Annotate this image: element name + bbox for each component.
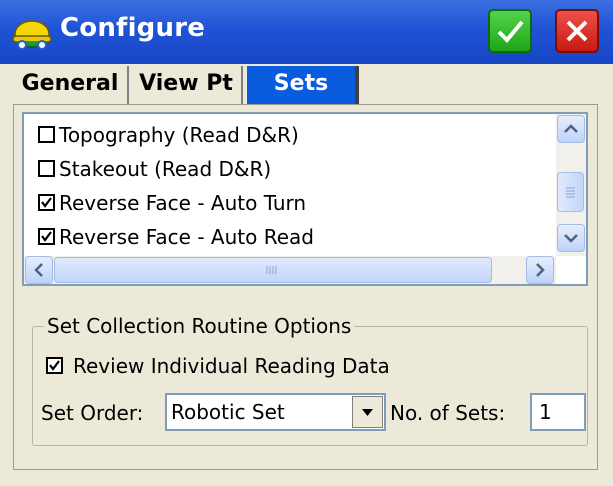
tab-strip: General View Pt Sets (0, 64, 613, 106)
checkbox-checked[interactable] (38, 228, 55, 245)
checkbox-checked[interactable] (38, 194, 55, 211)
grip-icon (566, 187, 575, 198)
num-sets-input[interactable]: 1 (530, 393, 586, 431)
checkbox[interactable] (38, 160, 55, 177)
vertical-scrollbar[interactable] (556, 114, 586, 256)
review-data-option[interactable]: Review Individual Reading Data (46, 354, 390, 378)
scroll-right-button[interactable] (526, 256, 554, 284)
tab-divider (355, 66, 359, 104)
list-item-label: Stakeout (Read D&R) (59, 157, 272, 181)
tab-sets[interactable]: Sets (247, 66, 355, 104)
horizontal-scroll-thumb[interactable] (54, 257, 492, 283)
ok-button[interactable] (488, 9, 532, 53)
window-title: Configure (60, 13, 206, 43)
list-item-label: Reverse Face - Auto Read (59, 225, 314, 249)
triangle-down-icon (362, 409, 373, 416)
check-icon (41, 231, 52, 242)
tab-general[interactable]: General (13, 66, 129, 104)
horizontal-scrollbar[interactable] (24, 256, 556, 284)
scroll-up-button[interactable] (557, 115, 585, 143)
review-checkbox[interactable] (46, 357, 63, 374)
options-group-title: Set Collection Routine Options (44, 314, 355, 338)
list-item[interactable]: Topography (Read D&R) (38, 118, 299, 152)
check-icon (41, 197, 52, 208)
list-item-label: Topography (Read D&R) (59, 123, 299, 147)
list-item[interactable]: Reverse Face - Auto Read (38, 220, 314, 254)
checkmark-icon (497, 20, 524, 43)
list-item[interactable]: Stakeout (Read D&R) (38, 152, 271, 186)
chevron-down-icon (564, 234, 578, 243)
title-bar: Configure (0, 0, 613, 64)
hardhat-icon (12, 20, 52, 50)
routine-listbox[interactable]: Topography (Read D&R) Stakeout (Read D&R… (22, 112, 588, 286)
scroll-left-button[interactable] (25, 256, 53, 284)
list-item-label: Reverse Face - Auto Turn (59, 191, 307, 215)
set-order-select[interactable]: Robotic Set (165, 393, 386, 431)
grip-icon (266, 266, 277, 274)
close-button[interactable] (555, 9, 599, 53)
scroll-down-button[interactable] (557, 224, 585, 252)
review-label: Review Individual Reading Data (73, 354, 390, 378)
tab-view-pt[interactable]: View Pt (131, 66, 243, 104)
close-x-icon (566, 20, 588, 42)
set-order-label: Set Order: (41, 401, 144, 425)
dropdown-button[interactable] (352, 396, 383, 428)
check-icon (49, 360, 60, 371)
list-item[interactable]: Reverse Face - Auto Turn (38, 186, 306, 220)
checkbox[interactable] (38, 126, 55, 143)
chevron-right-icon (536, 263, 545, 277)
num-sets-label: No. of Sets: (390, 401, 506, 425)
chevron-left-icon (34, 263, 43, 277)
chevron-up-icon (564, 124, 578, 133)
vertical-scroll-thumb[interactable] (557, 172, 584, 212)
set-order-value: Robotic Set (171, 400, 285, 424)
